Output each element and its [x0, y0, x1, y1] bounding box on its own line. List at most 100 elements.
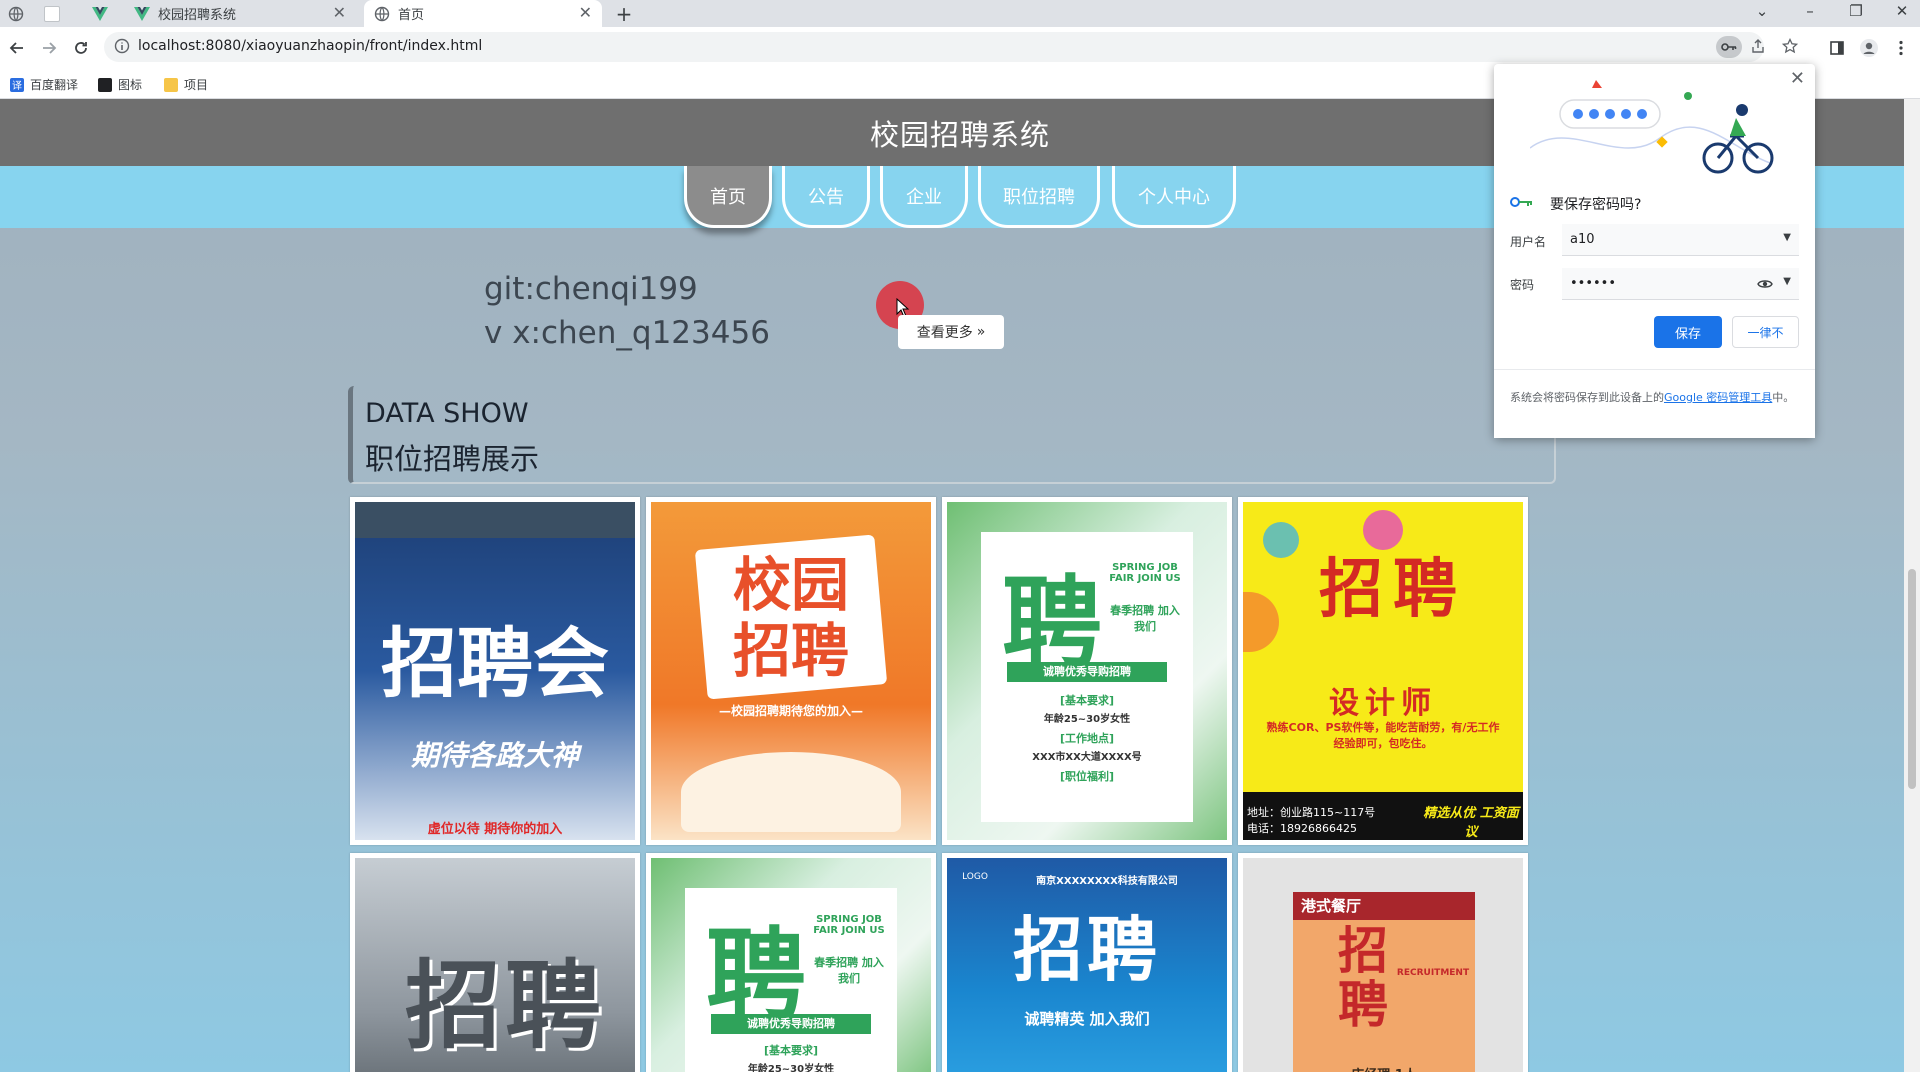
section-title-en: DATA SHOW	[365, 398, 529, 429]
nav-company[interactable]: 企业	[880, 166, 968, 228]
scrollbar-thumb[interactable]	[1908, 569, 1916, 789]
tab-pinned-1[interactable]	[8, 0, 38, 27]
window-close-icon[interactable]: ✕	[1882, 2, 1920, 20]
folder-icon	[164, 77, 178, 92]
page-scrollbar[interactable]	[1904, 99, 1920, 1072]
save-password-dialog: ✕ 要保存密码吗? 用户名 a10 ▼ 密码 •••••• ▼ 保存 一律不 系…	[1494, 64, 1815, 438]
address-bar[interactable]: localhost:8080/xiaoyuanzhaopin/front/ind…	[104, 32, 1798, 62]
section-title-cn: 职位招聘展示	[365, 442, 540, 476]
poster-band: 诚聘优秀导购招聘	[711, 1014, 871, 1034]
poster-benefit: [职位福利]	[1059, 770, 1115, 783]
translate-icon: 译	[10, 77, 24, 92]
profile-button[interactable]	[1856, 35, 1882, 61]
poster-headline: 招聘	[1319, 553, 1467, 627]
share-icon[interactable]	[1750, 38, 1766, 54]
username-label: 用户名	[1510, 235, 1547, 249]
job-poster[interactable]: 招聘会 期待各路大神 虚位以待 期待你的加入	[350, 497, 640, 845]
close-icon[interactable]: ✕	[579, 5, 592, 21]
poster-subtitle: 春季招聘 加入我们	[1110, 604, 1180, 633]
side-panel-button[interactable]	[1824, 35, 1850, 61]
tab-pinned-2[interactable]	[44, 0, 74, 27]
dropdown-arrow-icon[interactable]: ▼	[1783, 232, 1791, 243]
poster-addr: 地址：创业路115~117号	[1247, 806, 1376, 819]
footer-end: 中。	[1772, 391, 1795, 404]
never-save-button[interactable]: 一律不	[1732, 316, 1799, 348]
poster-en: SPRING JOB FAIR JOIN US	[813, 914, 885, 936]
password-field[interactable]: •••••• ▼	[1562, 268, 1799, 300]
back-button[interactable]	[4, 35, 30, 61]
menu-button[interactable]	[1888, 35, 1914, 61]
nav-home[interactable]: 首页	[684, 166, 772, 228]
vue-icon	[92, 6, 108, 21]
nav-notice[interactable]: 公告	[782, 166, 870, 228]
close-icon[interactable]: ✕	[333, 5, 346, 21]
poster-footer: 虚位以待 期待你的加入	[427, 822, 563, 837]
poster-subtitle: —校园招聘期待您的加入—	[718, 704, 863, 718]
save-password-button[interactable]: 保存	[1654, 316, 1722, 348]
tab-search-icon[interactable]: ⌄	[1742, 2, 1782, 20]
poster-top: 港式餐厅	[1293, 892, 1475, 920]
bookmark-label: 百度翻译	[30, 78, 79, 92]
poster-headline: 校园招聘	[732, 551, 849, 685]
reload-button[interactable]	[68, 35, 94, 61]
poster-subtitle: 春季招聘 加入我们	[814, 956, 884, 985]
poster-headline: 招聘	[1013, 909, 1161, 991]
nav-jobs[interactable]: 职位招聘	[978, 166, 1100, 228]
back-arrow-icon	[9, 42, 23, 54]
username-value: a10	[1570, 232, 1595, 247]
job-poster[interactable]: 聘 SPRING JOB FAIR JOIN US 春季招聘 加入我们 诚聘优秀…	[646, 853, 936, 1072]
blank-page-icon	[44, 5, 60, 22]
poster-req: [基本要求]	[1059, 694, 1115, 707]
side-panel-icon	[1830, 41, 1844, 55]
url-text[interactable]: localhost:8080/xiaoyuanzhaopin/front/ind…	[138, 38, 482, 54]
password-manager-link[interactable]: Google 密码管理工具	[1664, 391, 1772, 404]
tab-title: 首页	[398, 8, 425, 23]
job-poster[interactable]: 聘 SPRING JOB FAIR JOIN US 春季招聘 加入我们 诚聘优秀…	[942, 497, 1232, 845]
poster-side: 精选从优 工资面议	[1423, 806, 1519, 840]
site-title: 校园招聘系统	[869, 117, 1050, 152]
new-tab-button[interactable]: +	[612, 0, 636, 27]
poster-band: 诚聘优秀导购招聘	[1007, 662, 1167, 682]
nav-profile[interactable]: 个人中心	[1112, 166, 1236, 228]
poster-age: 年龄25~30岁女性	[1043, 714, 1131, 725]
key-icon[interactable]	[1716, 36, 1742, 58]
job-poster[interactable]: 港式餐厅 招聘 RECRUITMENT 店经理 1人	[1238, 853, 1528, 1072]
poster-subtitle: 期待各路大神	[410, 739, 579, 772]
star-icon[interactable]	[1782, 38, 1798, 54]
poster-en: SPRING JOB FAIR JOIN US	[1109, 562, 1181, 584]
bookmark-baidu-translate[interactable]: 译 百度翻译	[10, 76, 78, 93]
info-icon[interactable]	[114, 38, 130, 54]
key-icon	[1510, 197, 1532, 207]
tab-campus-recruitment[interactable]: 校园招聘系统 ✕	[130, 0, 356, 27]
minimize-icon[interactable]: –	[1790, 2, 1830, 20]
job-poster[interactable]: LOGO 南京XXXXXXXX科技有限公司 招聘 诚聘精英 加入我们	[942, 853, 1232, 1072]
password-value: ••••••	[1570, 276, 1617, 291]
dialog-title: 要保存密码吗?	[1550, 197, 1642, 213]
footer-text: 系统会将密码保存到此设备上的	[1510, 391, 1664, 404]
job-poster[interactable]: 招聘 设计师 熟练COR、PS软件等，能吃苦耐劳，有/无工作经验即可，包吃住。 …	[1238, 497, 1528, 845]
view-more-label: 查看更多	[916, 325, 973, 341]
globe-icon	[8, 6, 24, 21]
poster-en: RECRUITMENT	[1396, 968, 1470, 978]
more-vert-icon	[1899, 40, 1903, 56]
browser-toolbar: localhost:8080/xiaoyuanzhaopin/front/ind…	[0, 27, 1920, 69]
tab-home[interactable]: 首页 ✕	[364, 0, 602, 27]
close-icon[interactable]: ✕	[1790, 68, 1805, 89]
bookmark-label: 项目	[184, 78, 209, 92]
contact-wechat: v x:chen_q123456	[484, 315, 770, 351]
bookmark-icons[interactable]: 图标	[98, 76, 142, 93]
poster-headline: 招聘	[1338, 922, 1388, 1034]
browser-tab-strip: 校园招聘系统 ✕ 首页 ✕ + ⌄ – ❐ ✕	[0, 0, 1920, 27]
forward-button[interactable]	[36, 35, 62, 61]
poster-addr: XXX市XX大道XXXX号	[1032, 752, 1142, 763]
double-chevron-right-icon: »	[976, 324, 986, 340]
eye-icon[interactable]	[1757, 278, 1773, 290]
dropdown-arrow-icon[interactable]: ▼	[1783, 276, 1791, 287]
restore-icon[interactable]: ❐	[1836, 2, 1876, 20]
job-poster[interactable]: 校园招聘 —校园招聘期待您的加入—	[646, 497, 936, 845]
tab-pinned-3[interactable]	[92, 0, 122, 27]
job-poster[interactable]: 招聘	[350, 853, 640, 1072]
view-more-button[interactable]: 查看更多 »	[898, 315, 1004, 349]
username-field[interactable]: a10 ▼	[1562, 224, 1799, 256]
bookmark-project[interactable]: 项目	[164, 76, 208, 93]
